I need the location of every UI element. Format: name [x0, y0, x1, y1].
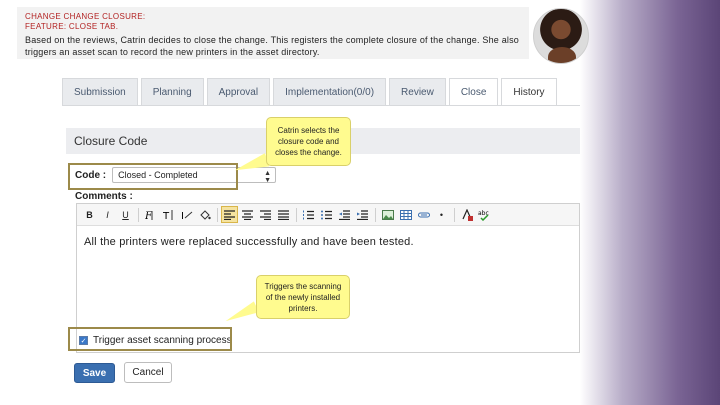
- indent-icon[interactable]: [354, 206, 371, 223]
- tab-divider: [62, 105, 580, 106]
- toolbar-separator: [454, 207, 455, 222]
- clear-format-icon[interactable]: I: [178, 206, 195, 223]
- insert-image-icon[interactable]: [379, 206, 396, 223]
- code-callout: Catrin selects the closure code and clos…: [266, 117, 351, 166]
- presenter-avatar: [533, 8, 589, 64]
- select-updown-icon: ▲ ▼: [264, 170, 272, 184]
- tab-planning[interactable]: Planning: [140, 78, 204, 106]
- text-size-icon[interactable]: T: [160, 206, 177, 223]
- tab-review[interactable]: Review: [389, 78, 446, 106]
- header-description-box: CHANGE CHANGE CLOSURE: FEATURE: CLOSE TA…: [17, 7, 529, 59]
- svg-text:T: T: [163, 211, 170, 221]
- trigger-callout: Triggers the scanning of the newly insta…: [256, 275, 350, 319]
- align-center-icon[interactable]: [239, 206, 256, 223]
- avatar-shoulders: [548, 47, 576, 63]
- comments-label: Comments :: [75, 191, 133, 202]
- header-description: Based on the reviews, Catrin decides to …: [25, 35, 520, 57]
- side-gradient-panel: [580, 0, 720, 405]
- align-justify-icon[interactable]: [275, 206, 292, 223]
- outdent-icon[interactable]: [336, 206, 353, 223]
- comment-text[interactable]: All the printers were replaced successfu…: [77, 226, 579, 258]
- insert-link-icon[interactable]: [415, 206, 432, 223]
- toolbar-separator: [375, 207, 376, 222]
- tab-bar: Submission Planning Approval Implementat…: [62, 78, 560, 106]
- bullet-list-icon[interactable]: [318, 206, 335, 223]
- toolbar-separator: [217, 207, 218, 222]
- spellcheck-icon[interactable]: abc: [476, 206, 493, 223]
- trigger-highlight-frame: [68, 327, 232, 351]
- font-style-icon[interactable]: F: [142, 206, 159, 223]
- code-highlight-frame: [68, 163, 238, 190]
- toolbar-separator: [296, 207, 297, 222]
- underline-button[interactable]: U: [117, 206, 134, 223]
- numbered-list-icon[interactable]: [300, 206, 317, 223]
- tab-approval[interactable]: Approval: [206, 78, 271, 106]
- editor-toolbar: B I U F T I • abc: [77, 204, 579, 226]
- tab-close[interactable]: Close: [448, 78, 499, 106]
- insert-table-icon[interactable]: [397, 206, 414, 223]
- paint-bucket-icon[interactable]: [196, 206, 213, 223]
- header-title-line1: CHANGE CHANGE CLOSURE:: [25, 12, 146, 21]
- tab-submission[interactable]: Submission: [62, 78, 138, 106]
- align-right-icon[interactable]: [257, 206, 274, 223]
- align-left-icon[interactable]: [221, 206, 238, 223]
- cancel-button[interactable]: Cancel: [124, 362, 172, 383]
- save-button[interactable]: Save: [74, 363, 115, 383]
- header-title-line2: FEATURE: CLOSE TAB.: [25, 22, 119, 31]
- bold-button[interactable]: B: [81, 206, 98, 223]
- tab-implementation[interactable]: Implementation(0/0): [273, 78, 387, 106]
- italic-button[interactable]: I: [99, 206, 116, 223]
- toolbar-separator: [138, 207, 139, 222]
- text-color-icon[interactable]: [458, 206, 475, 223]
- tab-history[interactable]: History: [501, 78, 557, 106]
- more-options-icon[interactable]: •: [433, 206, 450, 223]
- svg-text:I: I: [181, 211, 184, 221]
